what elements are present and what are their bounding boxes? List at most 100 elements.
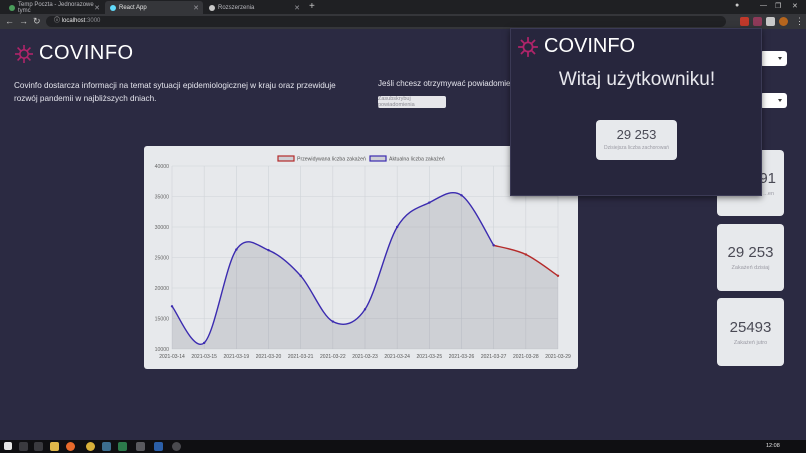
data-point: [170, 305, 174, 308]
welcome-popup[interactable]: COVINFO Witaj użytkowniku! 29 253 Dzisie…: [510, 28, 762, 196]
stat-label: Zakażeń dzisiaj: [731, 265, 770, 271]
popup-stat-card: 29 253 Dzisiejsza liczba zachorowań: [596, 120, 677, 160]
y-tick-label: 15000: [155, 317, 170, 323]
subscribe-button[interactable]: Zasubskrybuj powiadomienia: [378, 96, 446, 108]
extension-icon[interactable]: [753, 17, 762, 26]
stat-card: 29 253 Zakażeń dzisiaj: [717, 224, 784, 291]
legend-swatch: [369, 155, 387, 162]
data-point: [202, 341, 206, 345]
tab-react-app[interactable]: React App ✕: [105, 1, 203, 14]
browser-tab-bar: Temp Poczta - Jednorazowe tymc ✕ React A…: [0, 0, 806, 14]
x-tick-label: 2021-03-29: [545, 354, 571, 360]
notify-text: Jeśli chcesz otrzymywać powiadomienia: [378, 79, 522, 88]
y-tick-label: 35000: [155, 195, 170, 201]
vscode-icon[interactable]: [154, 442, 163, 451]
x-tick-label: 2021-03-26: [449, 354, 475, 360]
data-point: [556, 274, 560, 277]
data-point: [492, 244, 495, 247]
y-tick-label: 40000: [155, 164, 170, 170]
url-port: :3000: [85, 18, 101, 24]
close-tab-icon[interactable]: ✕: [193, 4, 199, 12]
x-tick-label: 2021-03-22: [320, 354, 346, 360]
brand-name: COVINFO: [39, 42, 134, 64]
stat-value: 29 253: [616, 127, 657, 142]
app-icon[interactable]: [136, 442, 145, 451]
y-tick-label: 20000: [155, 286, 170, 292]
windows-start-icon[interactable]: [4, 442, 12, 450]
url-host: localhost: [61, 18, 86, 24]
extensions-puzzle-icon[interactable]: [766, 17, 775, 26]
close-tab-icon[interactable]: ✕: [94, 4, 100, 12]
tab-favicon-icon: [9, 4, 15, 11]
tab-label: React App: [119, 4, 147, 11]
app-icon[interactable]: [172, 442, 181, 451]
app-icon[interactable]: [102, 442, 111, 451]
data-point: [267, 248, 270, 252]
virus-icon: [15, 44, 33, 63]
stat-label: Zakażeń jutro: [733, 340, 768, 346]
series-area: [493, 245, 558, 349]
stat-card: 25493 Zakażeń jutro: [717, 298, 784, 366]
maximize-icon[interactable]: ❐: [775, 2, 781, 10]
x-tick-label: 2021-03-27: [481, 354, 507, 360]
app-icon[interactable]: [118, 442, 127, 451]
x-tick-label: 2021-03-28: [513, 354, 539, 360]
y-tick-label: 30000: [155, 225, 170, 231]
file-explorer-icon[interactable]: [50, 442, 59, 451]
virus-icon: [518, 36, 538, 57]
firefox-icon[interactable]: [66, 442, 75, 451]
avatar[interactable]: [779, 17, 788, 26]
chrome-icon[interactable]: [86, 442, 95, 451]
extension-icon[interactable]: [740, 17, 749, 26]
data-point: [331, 320, 335, 323]
brand-name: COVINFO: [544, 35, 636, 57]
x-tick-label: 2021-03-19: [224, 354, 250, 360]
close-window-icon[interactable]: ✕: [792, 2, 798, 10]
data-point: [428, 201, 431, 204]
reload-icon[interactable]: ↻: [33, 16, 41, 27]
x-tick-label: 2021-03-23: [352, 354, 378, 360]
profile-icon[interactable]: ●: [735, 2, 739, 9]
stat-label: Dzisiejsza liczba zachorowań: [603, 145, 670, 151]
x-tick-label: 2021-03-15: [191, 354, 217, 360]
select-dropdown[interactable]: [760, 93, 787, 108]
x-tick-label: 2021-03-25: [417, 354, 443, 360]
tab-temp-poczta[interactable]: Temp Poczta - Jednorazowe tymc ✕: [4, 1, 104, 14]
os-taskbar: 12:08: [0, 440, 806, 453]
tab-rozszerzenia[interactable]: Rozszerzenia ✕: [204, 1, 304, 14]
legend-swatch: [277, 155, 295, 162]
legend-label: Aktualna liczba zakażeń: [389, 157, 445, 163]
minimize-icon[interactable]: —: [760, 2, 767, 9]
tab-label: Rozszerzenia: [218, 4, 255, 11]
puzzle-favicon-icon: [209, 4, 215, 11]
welcome-heading: Witaj użytkowniku!: [558, 69, 716, 90]
taskbar-clock[interactable]: 12:08: [766, 443, 780, 449]
intro-text: Covinfo dostarcza informacji na temat sy…: [14, 81, 336, 103]
legend-label: Przewidywana liczba zakażeń: [297, 157, 366, 163]
back-icon[interactable]: ←: [5, 16, 14, 26]
y-tick-label: 25000: [155, 256, 170, 262]
react-favicon-icon: [110, 4, 116, 11]
forward-icon[interactable]: →: [19, 16, 28, 26]
menu-kebab-icon[interactable]: ⋮: [795, 16, 804, 27]
data-point: [460, 194, 463, 197]
select-dropdown[interactable]: [760, 51, 787, 66]
data-point: [299, 274, 302, 277]
task-view-icon[interactable]: [34, 442, 43, 451]
data-point: [235, 248, 238, 251]
y-tick-label: 10000: [155, 347, 170, 353]
site-logo[interactable]: COVINFO: [14, 42, 134, 65]
data-point: [363, 308, 367, 311]
close-tab-icon[interactable]: ✕: [294, 4, 300, 12]
x-tick-label: 2021-03-20: [256, 354, 282, 360]
address-bar-row: ← → ↻ ⓘ localhost:3000 ⋮: [0, 14, 806, 29]
url-input[interactable]: ⓘ localhost:3000: [46, 16, 726, 27]
stat-value: 29 253: [727, 244, 774, 261]
x-tick-label: 2021-03-14: [159, 354, 185, 360]
data-point: [524, 253, 528, 256]
new-tab-button[interactable]: +: [309, 1, 315, 12]
tab-label: Temp Poczta - Jednorazowe tymc: [18, 1, 94, 14]
search-icon[interactable]: [19, 442, 28, 451]
data-point: [395, 225, 399, 229]
info-icon: ⓘ: [54, 18, 62, 24]
